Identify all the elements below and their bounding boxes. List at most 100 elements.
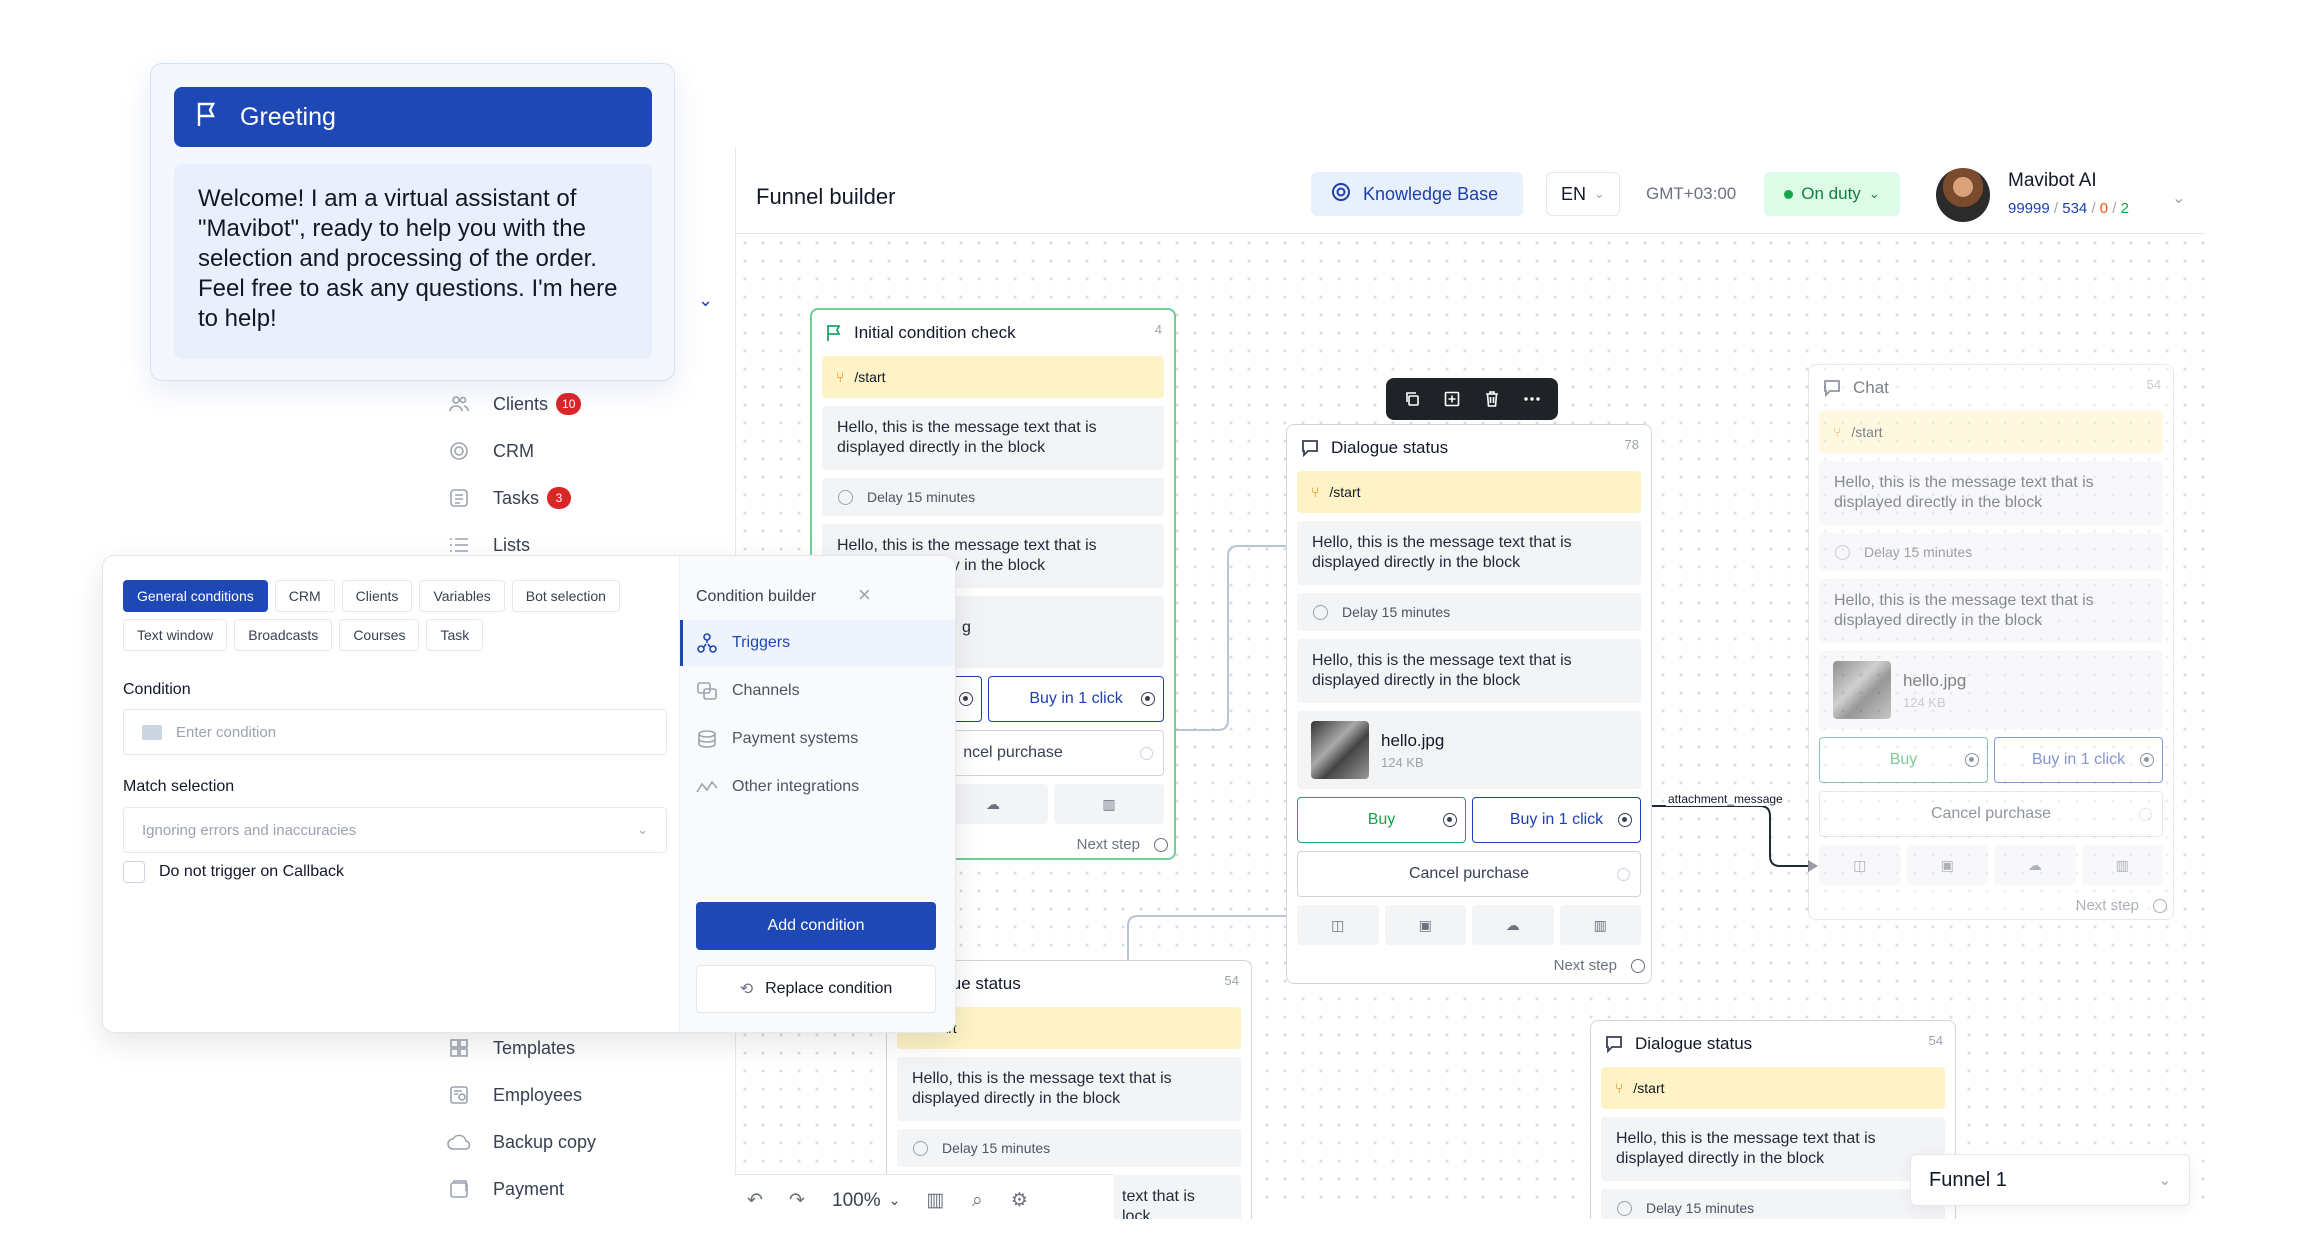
map-icon[interactable]: ▥ <box>914 1181 956 1221</box>
buy-one-click-button[interactable]: Buy in 1 click <box>1472 797 1641 843</box>
cloud-icon[interactable]: ☁ <box>1994 845 2076 885</box>
tab-text-window[interactable]: Text window <box>123 619 228 651</box>
trigger-start[interactable]: ⑂ /start <box>822 356 1164 398</box>
zoom-value: 100% <box>832 1189 881 1211</box>
next-step[interactable]: Next step <box>1809 897 2173 914</box>
message-text[interactable]: Hello, this is the message text that is … <box>822 406 1164 470</box>
stats-icon[interactable]: ▥ <box>2081 845 2163 885</box>
buy-one-click-button[interactable]: Buy in 1 click <box>1994 737 2163 783</box>
clock-icon <box>1617 1200 1632 1216</box>
tab-task[interactable]: Task <box>426 619 484 651</box>
delay-item[interactable]: Delay 15 minutes <box>897 1129 1241 1167</box>
condition-input[interactable]: Enter condition <box>123 709 667 755</box>
condition-placeholder: Enter condition <box>176 723 277 741</box>
tab-crm[interactable]: CRM <box>274 580 335 612</box>
chevron-down-icon: ⌄ <box>2158 1172 2171 1189</box>
cloud-icon[interactable]: ☁ <box>1472 905 1554 945</box>
branch-icon: ⑂ <box>1833 424 1842 440</box>
trash-icon[interactable] <box>1475 384 1509 414</box>
chat-icon <box>1605 1035 1623 1053</box>
tab-variables[interactable]: Variables <box>419 580 505 612</box>
add-icon[interactable] <box>1435 384 1469 414</box>
builder-item-other-integrations[interactable]: Other integrations <box>680 764 955 810</box>
condition-builder-title: Condition builder <box>696 588 817 605</box>
delay-item[interactable]: Delay 15 minutes <box>822 478 1164 516</box>
next-step-connector[interactable] <box>2153 899 2167 913</box>
speaker-icon[interactable]: ◫ <box>1819 845 1901 885</box>
next-step-connector[interactable] <box>1154 838 1168 852</box>
document-icon[interactable]: ▣ <box>1384 905 1466 945</box>
message-text[interactable]: Hello, this is the message text that is … <box>1297 521 1641 585</box>
delay-label: Delay 15 minutes <box>867 489 976 505</box>
builder-item-label: Other integrations <box>732 778 860 795</box>
buy-one-click-button[interactable]: Buy in 1 click <box>988 676 1164 722</box>
message-text[interactable]: Hello, this is the message text that is … <box>897 1057 1241 1121</box>
block-title: Initial condition check <box>854 323 1016 342</box>
trigger-start[interactable]: ⑂ /start <box>1601 1067 1945 1109</box>
add-condition-button[interactable]: Add condition <box>696 902 936 950</box>
next-step-connector[interactable] <box>1631 959 1645 973</box>
close-icon[interactable]: × <box>858 582 871 608</box>
next-step[interactable]: Next step <box>1287 957 1651 974</box>
next-step-label: Next step <box>1553 957 1617 974</box>
tab-bot-selection[interactable]: Bot selection <box>511 580 620 612</box>
settings-icon[interactable]: ⚙ <box>998 1181 1040 1221</box>
block-dialogue-status[interactable]: Dialogue status 78 ⑂ /start Hello, this is… <box>1286 424 1652 984</box>
more-icon[interactable] <box>1515 384 1549 414</box>
zoom-select[interactable]: 100% ⌄ <box>818 1190 914 1212</box>
condition-label: Condition <box>123 681 191 698</box>
stats-icon[interactable]: ▥ <box>1054 784 1164 824</box>
replace-condition-button[interactable]: ⟲ Replace condition <box>696 965 936 1013</box>
block-dialogue-status-bottom[interactable]: Dialogue status 54 ⑂ /start Hello, this is… <box>1590 1020 1956 1252</box>
match-selection-select[interactable]: Ignoring errors and inaccuracies ⌄ <box>123 807 667 853</box>
tab-general-conditions[interactable]: General conditions <box>123 580 268 612</box>
cancel-purchase-button[interactable]: Cancel purchase <box>1297 851 1641 897</box>
builder-item-payment-systems[interactable]: Payment systems <box>680 716 955 762</box>
block-chat[interactable]: Chat 54 ⑂ /start Hello, this is the messag… <box>1808 364 2174 920</box>
refresh-icon: ⟲ <box>739 981 754 998</box>
message-text[interactable]: Hello, this is the message text that is … <box>1297 639 1641 703</box>
callback-checkbox[interactable]: Do not trigger on Callback <box>123 861 344 883</box>
stats-icon[interactable]: ▥ <box>1559 905 1641 945</box>
trigger-label: /start <box>1329 484 1361 500</box>
tab-clients[interactable]: Clients <box>341 580 413 612</box>
search-icon[interactable]: ⌕ <box>956 1181 998 1221</box>
chat-icon <box>1823 379 1841 397</box>
delay-label: Delay 15 minutes <box>1342 604 1451 620</box>
speaker-icon[interactable]: ◫ <box>1297 905 1379 945</box>
greeting-header[interactable]: Greeting <box>174 87 652 147</box>
greeting-title: Greeting <box>240 102 336 131</box>
delay-item[interactable]: Delay 15 minutes <box>1297 593 1641 631</box>
file-attachment[interactable]: hello.jpg 124 KB <box>1297 711 1641 789</box>
trigger-start[interactable]: ⑂ /start <box>1297 471 1641 513</box>
builder-item-label: Payment systems <box>732 730 859 747</box>
trigger-start[interactable]: ⑂ /start <box>1819 411 2163 453</box>
builder-item-channels[interactable]: Channels <box>680 668 955 714</box>
block-title: Chat <box>1853 378 1889 397</box>
greeting-message[interactable]: Welcome! I am a virtual assistant of "Ma… <box>174 164 652 359</box>
checkbox-box[interactable] <box>123 861 145 883</box>
message-text[interactable]: Hello, this is the message text that is … <box>1819 579 2163 643</box>
block-number: 54 <box>2146 377 2161 392</box>
document-icon[interactable]: ▣ <box>1906 845 1988 885</box>
buy-button[interactable]: Buy <box>1297 797 1466 843</box>
delay-item[interactable]: Delay 15 minutes <box>1819 533 2163 571</box>
tab-broadcasts[interactable]: Broadcasts <box>234 619 333 651</box>
page-right-margin <box>2205 0 2306 1252</box>
block-number: 54 <box>1928 1033 1943 1048</box>
cancel-purchase-button[interactable]: Cancel purchase <box>1819 791 2163 837</box>
undo-icon[interactable]: ↶ <box>734 1181 776 1221</box>
channels-icon <box>696 682 718 700</box>
tab-courses[interactable]: Courses <box>339 619 420 651</box>
branch-icon: ⑂ <box>1311 484 1320 500</box>
message-text[interactable]: Hello, this is the message text that is … <box>1601 1117 1945 1181</box>
redo-icon[interactable]: ↷ <box>776 1181 818 1221</box>
funnel-select[interactable]: Funnel 1 ⌄ <box>1910 1154 2190 1206</box>
file-attachment[interactable]: hello.jpg 124 KB <box>1819 651 2163 729</box>
builder-item-triggers[interactable]: Triggers <box>680 620 955 666</box>
message-text[interactable]: Hello, this is the message text that is … <box>1819 461 2163 525</box>
button-label: Cancel purchase <box>1408 865 1530 882</box>
copy-icon[interactable] <box>1395 384 1429 414</box>
chat-icon <box>1301 439 1319 457</box>
buy-button[interactable]: Buy <box>1819 737 1988 783</box>
